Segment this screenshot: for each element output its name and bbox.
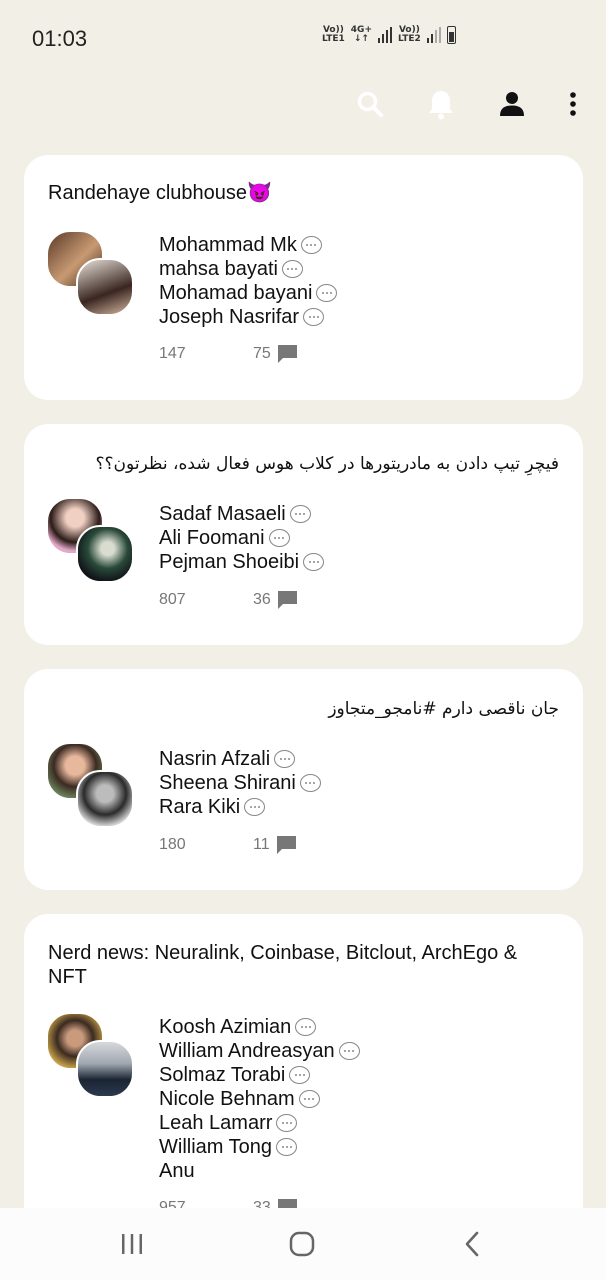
speaking-bubble-icon: [298, 1090, 320, 1108]
speaker-name: William Tong: [159, 1135, 360, 1159]
chat-bubble-icon: [277, 345, 297, 363]
speaking-bubble-icon: [303, 553, 325, 571]
speaker-list: Nasrin Afzali Sheena Shirani Rara Kiki: [159, 747, 321, 819]
signal-strength-icon: [378, 27, 392, 43]
status-bar: 01:03 Vo)) LTE1 4G+ ↓↑ Vo)) LTE2: [0, 0, 606, 76]
avatar: [76, 258, 134, 316]
speaker-avatars: [46, 497, 138, 589]
speaking-bubble-icon: [289, 505, 311, 523]
speaker-name: Nasrin Afzali: [159, 747, 321, 771]
speaker-name: Joseph Nasrifar: [159, 305, 337, 329]
listener-count: 957: [159, 1199, 186, 1208]
speaking-bubble-icon: [300, 236, 322, 254]
room-title: فیچرِ تیپ دادن به مادریتورها در کلاب هوس…: [95, 454, 560, 474]
speaker-avatars: [46, 230, 138, 322]
speaking-bubble-icon: [274, 750, 296, 768]
room-card[interactable]: فیچرِ تیپ دادن به مادریتورها در کلاب هوس…: [24, 424, 583, 645]
room-title: Randehaye clubhouse😈: [48, 182, 272, 204]
speaker-name: Koosh Azimian: [159, 1015, 360, 1039]
speaker-name: Nicole Behnam: [159, 1087, 360, 1111]
speaking-bubble-icon: [295, 1018, 317, 1036]
speaker-name: Mohamad bayani: [159, 281, 338, 305]
room-title: Nerd news: Neuralink, Coinbase, Bitclout…: [48, 942, 518, 988]
speaker-list: Sadaf Masaeli Ali Foomani Pejman Shoeibi: [159, 502, 325, 574]
speaker-count: 33: [253, 1199, 271, 1208]
room-card[interactable]: Nerd news: Neuralink, Coinbase, Bitclout…: [24, 914, 583, 1208]
more-vert-icon[interactable]: [553, 84, 593, 124]
chat-bubble-icon: [277, 1199, 297, 1208]
battery-icon: [446, 26, 456, 44]
listener-count: 147: [159, 345, 186, 362]
profile-icon[interactable]: [492, 84, 532, 124]
speaker-avatars: [46, 742, 138, 834]
speaking-bubble-icon: [299, 774, 321, 792]
sim1-label: Vo)) LTE1: [322, 25, 345, 44]
room-stats: 807 36: [159, 590, 298, 610]
system-nav-bar: [0, 1208, 606, 1280]
room-title: جان ناقصی دارم #نامجو_متجاوز: [328, 699, 559, 719]
listener-count: 807: [159, 591, 186, 608]
speaking-bubble-icon: [303, 308, 325, 326]
back-icon[interactable]: [452, 1228, 492, 1260]
speaker-name: mahsa bayati: [159, 257, 337, 281]
chat-bubble-icon: [277, 591, 297, 609]
sim2-label: Vo)) LTE2: [398, 25, 421, 44]
status-indicators: Vo)) LTE1 4G+ ↓↑ Vo)) LTE2: [322, 26, 456, 44]
home-icon[interactable]: [282, 1228, 322, 1260]
speaker-name: Rara Kiki: [159, 795, 321, 819]
speaker-name: William Andreasyan: [159, 1039, 360, 1063]
speaker-list: Mohammad Mk mahsa bayati Mohamad bayani …: [159, 233, 338, 329]
speaker-count: 36: [253, 591, 271, 608]
signal-strength-2-icon: [426, 27, 441, 43]
bell-icon[interactable]: [421, 84, 461, 124]
room-stats: 147 75: [159, 344, 298, 364]
speaking-bubble-icon: [276, 1114, 298, 1132]
search-icon[interactable]: [350, 84, 390, 124]
avatar: [76, 1040, 134, 1098]
status-time: 01:03: [32, 26, 88, 51]
speaker-count: 75: [253, 345, 271, 362]
speaking-bubble-icon: [316, 284, 338, 302]
room-stats: 180 11: [159, 835, 297, 855]
speaker-name: Pejman Shoeibi: [159, 550, 325, 574]
avatar: [76, 525, 134, 583]
room-card[interactable]: Randehaye clubhouse😈 Mohammad Mk mahsa b…: [24, 155, 583, 400]
speaking-bubble-icon: [244, 798, 266, 816]
recent-apps-icon[interactable]: [112, 1228, 152, 1260]
speaker-name: Mohammad Mk: [159, 233, 337, 257]
network-type: 4G+ ↓↑: [350, 25, 372, 44]
speaking-bubble-icon: [281, 260, 303, 278]
speaking-bubble-icon: [276, 1138, 297, 1156]
speaker-name: Leah Lamarr: [159, 1111, 360, 1135]
speaker-list: Koosh Azimian William Andreasyan Solmaz …: [159, 1015, 360, 1183]
speaking-bubble-icon: [289, 1066, 311, 1084]
speaker-name: Solmaz Torabi: [159, 1063, 360, 1087]
avatar: [76, 770, 134, 828]
speaker-avatars: [46, 1012, 138, 1104]
speaker-name: Sheena Shirani: [159, 771, 321, 795]
speaker-name: Anu: [159, 1159, 195, 1182]
speaker-count: 11: [253, 836, 270, 853]
room-card[interactable]: جان ناقصی دارم #نامجو_متجاوز Nasrin Afza…: [24, 669, 583, 890]
chat-bubble-icon: [276, 836, 296, 854]
speaking-bubble-icon: [268, 529, 290, 547]
top-toolbar: [0, 80, 606, 128]
room-stats: 957 33: [159, 1198, 298, 1208]
speaker-name: Sadaf Masaeli: [159, 502, 324, 526]
speaking-bubble-icon: [338, 1042, 360, 1060]
speaker-name: Ali Foomani: [159, 526, 324, 550]
listener-count: 180: [159, 836, 186, 853]
